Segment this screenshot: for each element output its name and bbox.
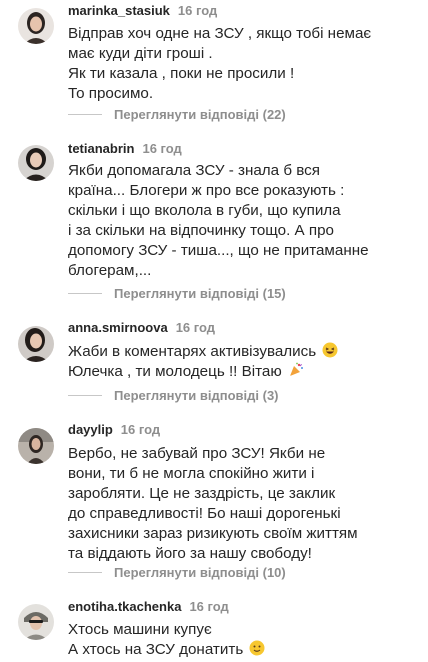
comment-time: 16 год: [189, 599, 229, 614]
avatar[interactable]: [18, 145, 54, 181]
comment-username[interactable]: dayylip: [68, 422, 113, 437]
avatar[interactable]: [18, 604, 54, 640]
replies-divider: [68, 395, 102, 396]
slightly-smiling-face-icon: [249, 640, 265, 656]
comment-username[interactable]: marinka_stasiuk: [68, 3, 170, 18]
comment-text: Якби допомагала ЗСУ - знала б вся країна…: [68, 162, 369, 279]
grinning-squinting-face-icon: [322, 342, 338, 358]
comment-username[interactable]: enotiha.tkachenka: [68, 599, 181, 614]
comment-text: Вербо, не забувай про ЗСУ! Якби не вони,…: [68, 445, 358, 562]
comment-text: Хтось машини купує А хтось на ЗСУ донати…: [68, 620, 418, 660]
view-replies-button[interactable]: Переглянути відповіді (15): [68, 286, 286, 301]
comment-text: Жаби в коментарях активізувались Юлечка …: [68, 342, 418, 382]
party-popper-icon: [289, 362, 303, 376]
replies-divider: [68, 572, 102, 573]
avatar[interactable]: [18, 428, 54, 464]
comment-time: 16 год: [120, 422, 161, 437]
view-replies-button[interactable]: Переглянути відповіді (3): [68, 388, 279, 403]
replies-divider: [68, 114, 102, 115]
view-replies-button[interactable]: Переглянути відповіді (10): [68, 565, 286, 580]
comment-time: 16 год: [175, 320, 216, 335]
avatar[interactable]: [18, 326, 54, 362]
comment-username[interactable]: anna.smirnoova: [68, 320, 168, 335]
replies-divider: [68, 293, 102, 294]
view-replies-button[interactable]: Переглянути відповіді (22): [68, 107, 286, 122]
comment-time: 16 год: [177, 3, 218, 18]
comment-time: 16 год: [142, 141, 182, 156]
avatar[interactable]: [18, 8, 54, 44]
comment-username[interactable]: tetianabrin: [68, 141, 134, 156]
comment-text: Відправ хоч одне на ЗСУ , якщо тобі нема…: [68, 25, 372, 102]
